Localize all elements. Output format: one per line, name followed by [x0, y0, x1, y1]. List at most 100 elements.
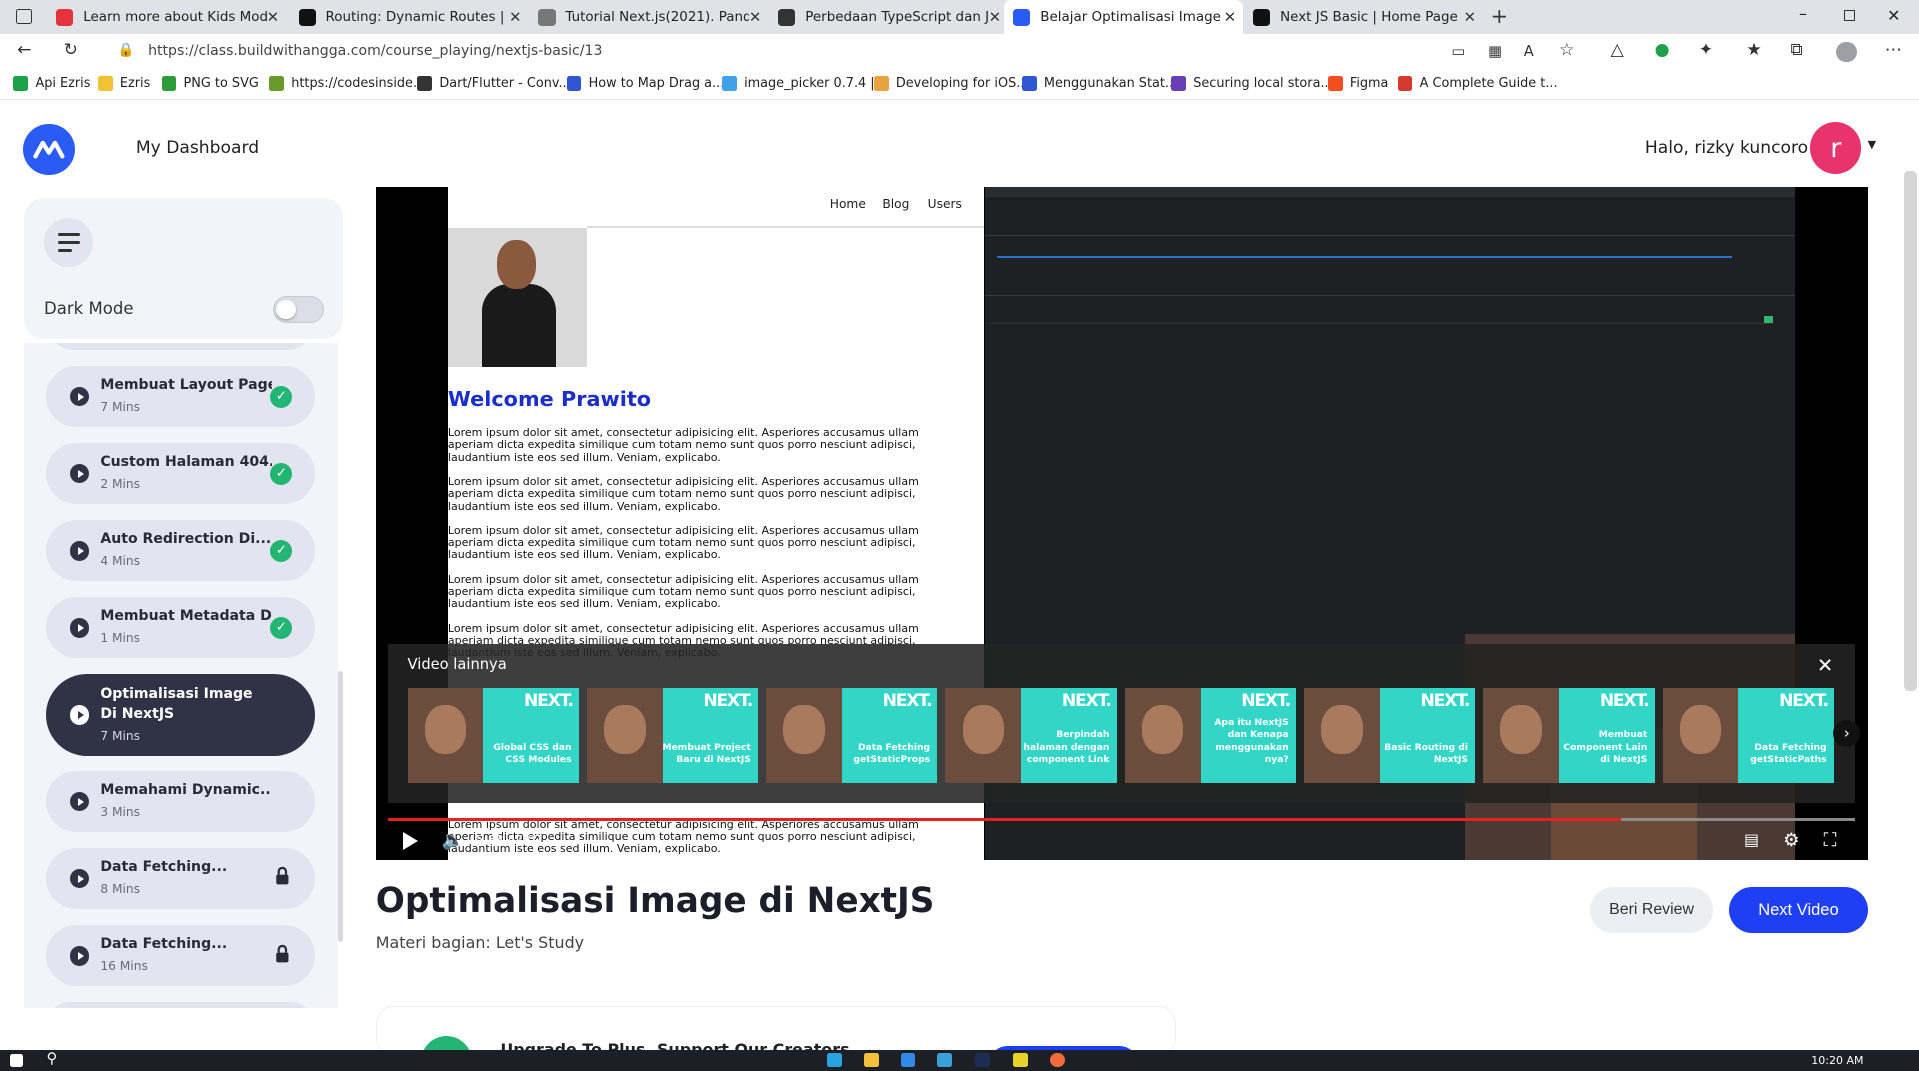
video-paragraph: Lorem ipsum dolor sit amet, consectetur …	[447, 572, 919, 611]
bookmark-item[interactable]: https://codesinside...	[269, 76, 425, 91]
tab-close-icon[interactable]: ✕	[267, 9, 279, 26]
bookmark-item[interactable]: Menggunakan Stat...	[1021, 75, 1178, 91]
bookmark-item[interactable]: How to Map Drag a...	[566, 76, 724, 91]
lesson-item[interactable]: Membuat Metadata D... 1 Mins ✓	[46, 597, 315, 659]
lesson-item[interactable]: Data Fetching... 8 Mins	[46, 848, 315, 910]
chrome-taskbar-icon[interactable]	[937, 1052, 953, 1068]
video-nav-home: Home	[829, 197, 866, 212]
tab-title: Learn more about Kids Mode in	[83, 9, 267, 25]
lesson-item[interactable]: Membuat Layout Page 7 Mins ✓	[46, 365, 315, 428]
video-thumbnail[interactable]: NEXT. Global CSS dan CSS Modules	[407, 687, 579, 784]
favorite-icon[interactable]: ☆	[1559, 40, 1574, 60]
adblock-icon[interactable]: ●	[1655, 40, 1670, 60]
video-thumbnail[interactable]: NEXT. Berpindah halaman dengan component …	[945, 687, 1117, 784]
video-time: 5:58 / 7:07	[476, 833, 543, 848]
more-icon[interactable]: ⋯	[1885, 40, 1902, 60]
devtools-filterbar	[985, 199, 1796, 237]
chevron-right-icon[interactable]: ›	[1833, 719, 1861, 747]
profile-icon[interactable]	[1835, 41, 1857, 63]
lesson-item[interactable]: Data Fetching... 16 Mins	[46, 925, 315, 987]
explorer-taskbar-icon[interactable]	[864, 1052, 879, 1068]
lesson-item[interactable]: Memahami Dynamic... 3 Mins	[46, 771, 315, 833]
play-icon[interactable]	[402, 832, 418, 851]
review-button[interactable]: Beri Review	[1589, 887, 1714, 933]
sticky-notes-taskbar-icon[interactable]	[1013, 1052, 1029, 1068]
edge-taskbar-icon[interactable]	[827, 1052, 842, 1068]
back-icon[interactable]: ←	[17, 40, 31, 60]
settings-gear-icon[interactable]: ⚙	[1783, 830, 1799, 851]
dark-mode-toggle[interactable]	[272, 296, 325, 324]
my-dashboard-link[interactable]: My Dashboard	[136, 138, 259, 158]
tab-close-icon[interactable]: ✕	[989, 9, 1001, 26]
sidebar-scrollbar[interactable]	[337, 670, 343, 943]
photoshop-taskbar-icon[interactable]	[975, 1052, 991, 1068]
video-thumbnail[interactable]: NEXT. Membuat Project Baru di NextJS	[586, 687, 759, 784]
bookmark-item[interactable]: Dart/Flutter - Conv...	[417, 76, 571, 91]
minimize-icon[interactable]: –	[1799, 4, 1807, 23]
tab-actions-icon[interactable]	[15, 8, 32, 25]
video-player[interactable]: Home Blog Users Welcome Prawito Lorem ip…	[375, 187, 1868, 861]
video-thumbnail[interactable]: NEXT. Data Fetching getStaticProps	[766, 687, 938, 784]
lesson-title: Data Fetching...	[100, 936, 228, 953]
bookmark-item[interactable]: Ezris	[97, 76, 150, 91]
volume-icon[interactable]: 🔈	[442, 830, 465, 851]
tab-2[interactable]: Routing: Dynamic Routes | Next.✕	[289, 0, 529, 34]
lesson-item[interactable]: Custom Halaman 404... 2 Mins ✓	[46, 443, 315, 505]
lesson-item[interactable]: Auto Redirection Di... 4 Mins ✓	[46, 520, 315, 582]
avatar[interactable]: r	[1810, 122, 1862, 174]
thumbnail-caption: Basic Routing di NextJS	[1384, 741, 1468, 765]
tab-5[interactable]: Belajar Optimalisasi Image di Ne✕	[1003, 0, 1244, 35]
video-thumbnail[interactable]: NEXT. Apa itu NextJS dan Kenapa menggunak…	[1124, 687, 1297, 784]
favorites-icon[interactable]: ★	[1746, 40, 1761, 60]
page-scrollbar[interactable]	[1904, 171, 1917, 692]
bookmark-item[interactable]: Developing for iOS...	[873, 76, 1028, 91]
bookmark-item[interactable]: Api Ezris	[13, 76, 90, 91]
vscode-taskbar-icon[interactable]	[900, 1052, 916, 1068]
subtitles-icon[interactable]: ▤	[1744, 830, 1759, 849]
tab-4[interactable]: Perbedaan TypeScript dan JavaS✕	[769, 0, 1009, 34]
bookmark-label: Menggunakan Stat...	[1043, 75, 1178, 91]
video-progress-bar[interactable]	[387, 817, 1856, 822]
hamburger-line	[57, 240, 80, 244]
devtools-table-header	[985, 294, 1796, 297]
restore-icon[interactable]	[1844, 9, 1856, 21]
fullscreen-icon[interactable]: ⛶	[1824, 830, 1837, 851]
tab-title: Next JS Basic | Home Page	[1280, 9, 1458, 25]
qr-icon[interactable]: ▦	[1488, 43, 1502, 60]
video-thumbnail[interactable]: NEXT. Data Fetching getStaticPaths	[1662, 687, 1834, 784]
tab-3[interactable]: Tutorial Next.js(2021). Panduan✕	[529, 0, 769, 34]
close-icon[interactable]: ✕	[1817, 654, 1833, 677]
tab-close-icon[interactable]: ✕	[1224, 9, 1236, 26]
tab-close-icon[interactable]: ✕	[1464, 9, 1476, 26]
buildwithangga-logo[interactable]	[23, 123, 75, 175]
app-available-icon[interactable]: ▭	[1451, 43, 1465, 60]
chevron-down-icon[interactable]: ▼	[1868, 138, 1876, 151]
collections-icon[interactable]: ⧉	[1790, 40, 1802, 60]
video-paragraph: Lorem ipsum dolor sit amet, consectetur …	[447, 475, 919, 513]
read-aloud-icon[interactable]: A	[1524, 43, 1534, 60]
bookmark-item[interactable]: A Complete Guide t...	[1397, 76, 1558, 91]
bookmark-favicon-icon	[1397, 76, 1413, 91]
search-icon[interactable]: ⚲	[47, 1050, 58, 1067]
windows-start-icon[interactable]	[9, 1053, 24, 1068]
bookmark-item[interactable]: Figma	[1327, 76, 1388, 91]
tab-1[interactable]: Learn more about Kids Mode in ✕	[47, 0, 287, 34]
tab-close-icon[interactable]: ✕	[749, 9, 761, 26]
video-thumbnail[interactable]: NEXT. Membuat Component Lain di NextJS	[1483, 687, 1655, 784]
extension-icon[interactable]: △	[1611, 40, 1624, 60]
video-thumbnail[interactable]: NEXT. Basic Routing di NextJS	[1304, 687, 1476, 784]
extensions-icon[interactable]: ✦	[1699, 40, 1713, 60]
bookmark-item[interactable]: image_picker 0.7.4 |...	[722, 76, 887, 91]
postman-taskbar-icon[interactable]	[1050, 1052, 1065, 1068]
tab-close-icon[interactable]: ✕	[509, 9, 521, 26]
new-tab-icon[interactable]: +	[1491, 4, 1508, 28]
reload-icon[interactable]: ↻	[64, 40, 78, 60]
tab-6[interactable]: Next JS Basic | Home Page ✕	[1243, 0, 1483, 34]
bookmark-item[interactable]: PNG to SVG	[161, 76, 259, 91]
next-video-button[interactable]: Next Video	[1729, 887, 1868, 933]
bookmark-item[interactable]: Securing local stora...	[1171, 76, 1333, 91]
url-input[interactable]: https://class.buildwithangga.com/course_…	[148, 43, 602, 59]
lesson-item[interactable]: Optimalisasi Image Di NextJS 7 Mins	[46, 674, 315, 757]
close-window-icon[interactable]: ✕	[1887, 6, 1900, 25]
menu-toggle-button[interactable]	[44, 217, 93, 267]
